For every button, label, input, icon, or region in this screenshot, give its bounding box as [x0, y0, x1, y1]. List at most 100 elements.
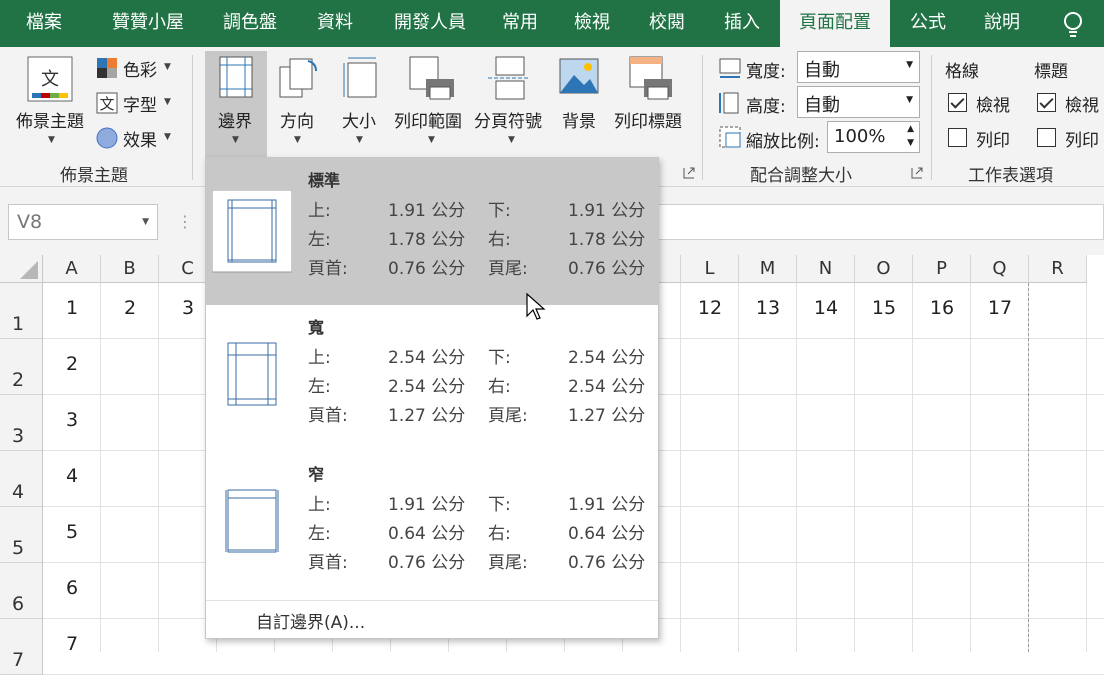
orientation-icon[interactable]: [278, 55, 320, 99]
row-header-3[interactable]: 3: [0, 395, 43, 451]
size-icon[interactable]: [342, 55, 380, 99]
column-header-l[interactable]: L: [681, 255, 739, 283]
effects-icon[interactable]: [96, 127, 118, 149]
headings-print-checkbox[interactable]: [1037, 128, 1056, 147]
cell-row1-q[interactable]: 17: [971, 297, 1029, 319]
dialog-launcher-icon[interactable]: [683, 167, 695, 179]
cell-a2[interactable]: 2: [43, 353, 101, 375]
margin-preview-icon: [225, 489, 279, 553]
orientation-label[interactable]: 方向: [280, 107, 314, 132]
tab-view[interactable]: 檢視: [562, 0, 622, 47]
column-header-b[interactable]: B: [101, 255, 159, 283]
tab-home[interactable]: 常用: [490, 0, 550, 47]
margin-value: 2.54 公分: [568, 377, 646, 397]
margin-label: 頁首:: [308, 553, 348, 573]
svg-text:文: 文: [99, 95, 114, 113]
margin-value: 1.27 公分: [568, 406, 646, 426]
cell-row1-m[interactable]: 13: [739, 297, 797, 319]
column-header-p[interactable]: P: [913, 255, 971, 283]
cell-row1-o[interactable]: 15: [855, 297, 913, 319]
margin-option[interactable]: 寬上: 2.54 公分 下: 2.54 公分 左: 2.54 公分 右: 2.54 公分 頁首:…: [206, 305, 658, 452]
print-titles-icon[interactable]: [628, 55, 674, 101]
background-icon[interactable]: [558, 57, 600, 97]
tab-file[interactable]: 檔案: [14, 0, 74, 47]
cell-row1-p[interactable]: 16: [913, 297, 971, 319]
cell-row1-b[interactable]: 2: [101, 297, 159, 319]
width-select[interactable]: 自動 ▼: [797, 51, 920, 83]
breaks-icon[interactable]: [486, 55, 530, 101]
fonts-icon[interactable]: 文: [96, 92, 118, 114]
chevron-down-icon: ▼: [48, 135, 55, 145]
tab-zanzan[interactable]: 贊贊小屋: [98, 0, 198, 47]
tab-insert[interactable]: 插入: [712, 0, 772, 47]
chevron-down-icon: ▼: [356, 135, 363, 145]
tab-formulas[interactable]: 公式: [898, 0, 958, 47]
fonts-label[interactable]: 字型: [123, 91, 157, 116]
themes-icon[interactable]: 文: [26, 55, 74, 103]
tab-page-layout[interactable]: 頁面配置: [780, 0, 890, 47]
select-all-corner[interactable]: [0, 255, 43, 283]
breaks-label[interactable]: 分頁符號: [474, 107, 542, 132]
row-header-4[interactable]: 4: [0, 451, 43, 507]
cell-row1-l[interactable]: 12: [681, 297, 739, 319]
tab-data[interactable]: 資料: [305, 0, 365, 47]
gridlines-view-checkbox[interactable]: [948, 93, 967, 112]
height-select[interactable]: 自動 ▼: [797, 86, 920, 118]
column-header-a[interactable]: A: [43, 255, 101, 283]
column-header-m[interactable]: M: [739, 255, 797, 283]
row-header-6[interactable]: 6: [0, 563, 43, 619]
drag-handle-icon[interactable]: ⋮: [177, 212, 193, 231]
row-header-1[interactable]: 1: [0, 283, 43, 339]
print-area-label[interactable]: 列印範圍: [394, 107, 462, 132]
column-header-r[interactable]: R: [1029, 255, 1087, 283]
scale-value: 100%: [834, 126, 886, 147]
tab-help[interactable]: 說明: [972, 0, 1032, 47]
tab-review[interactable]: 校閱: [637, 0, 697, 47]
scale-spinner[interactable]: 100% ▲ ▼: [827, 121, 920, 153]
dropdown-separator: [206, 600, 658, 601]
column-header-o[interactable]: O: [855, 255, 913, 283]
cell-a5[interactable]: 5: [43, 521, 101, 543]
margin-value: 1.91 公分: [568, 495, 646, 515]
cell-a3[interactable]: 3: [43, 409, 101, 431]
margin-preview-icon: [212, 190, 292, 273]
row-header-5[interactable]: 5: [0, 507, 43, 563]
colors-label[interactable]: 色彩: [123, 56, 157, 81]
margin-value: 1.91 公分: [568, 201, 646, 221]
margin-option[interactable]: 窄上: 1.91 公分 下: 1.91 公分 左: 0.64 公分 右: 0.64 公分 頁首:…: [206, 452, 658, 599]
dialog-launcher-icon[interactable]: [911, 167, 923, 179]
print-area-icon[interactable]: [408, 55, 456, 101]
cell-a6[interactable]: 6: [43, 577, 101, 599]
ribbon-tab-bar: 檔案 贊贊小屋 調色盤 資料 開發人員 常用 檢視 校閱 插入 頁面配置 公式 …: [0, 0, 1104, 47]
size-label[interactable]: 大小: [342, 107, 376, 132]
name-box[interactable]: V8 ▼: [8, 204, 158, 240]
margin-value: 1.78 公分: [568, 230, 646, 250]
effects-label[interactable]: 效果: [123, 126, 157, 151]
row-header-2[interactable]: 2: [0, 339, 43, 395]
headings-view-label: 檢視: [1065, 96, 1099, 116]
row-header-7[interactable]: 7: [0, 619, 43, 675]
cell-row1-a[interactable]: 1: [43, 297, 101, 319]
spinner-arrows-icon[interactable]: ▲ ▼: [907, 122, 914, 150]
margin-label: 頁尾:: [488, 406, 528, 426]
width-label: 寬度:: [746, 62, 786, 82]
margin-label: 下:: [488, 495, 511, 515]
cell-a4[interactable]: 4: [43, 465, 101, 487]
width-icon: [719, 58, 741, 78]
colors-icon[interactable]: [96, 57, 118, 79]
lightbulb-icon[interactable]: [1060, 10, 1086, 40]
headings-view-checkbox[interactable]: [1037, 93, 1056, 112]
column-header-n[interactable]: N: [797, 255, 855, 283]
background-label[interactable]: 背景: [562, 107, 596, 132]
column-header-q[interactable]: Q: [971, 255, 1029, 283]
custom-margins-item[interactable]: 自訂邊界(A)...: [256, 608, 365, 633]
height-value: 自動: [804, 95, 840, 116]
cell-row1-n[interactable]: 14: [797, 297, 855, 319]
margin-option[interactable]: 標準 上: 1.91 公分 下: 1.91 公分 左: 1.78 公分 右: 1.78 公分 頁首…: [206, 158, 658, 305]
gridlines-print-checkbox[interactable]: [948, 128, 967, 147]
gridlines-print-label: 列印: [976, 131, 1010, 151]
tab-developer[interactable]: 開發人員: [380, 0, 480, 47]
tab-palette[interactable]: 調色盤: [210, 0, 290, 47]
print-titles-label[interactable]: 列印標題: [614, 107, 682, 132]
themes-button-label[interactable]: 佈景主題: [16, 107, 84, 132]
